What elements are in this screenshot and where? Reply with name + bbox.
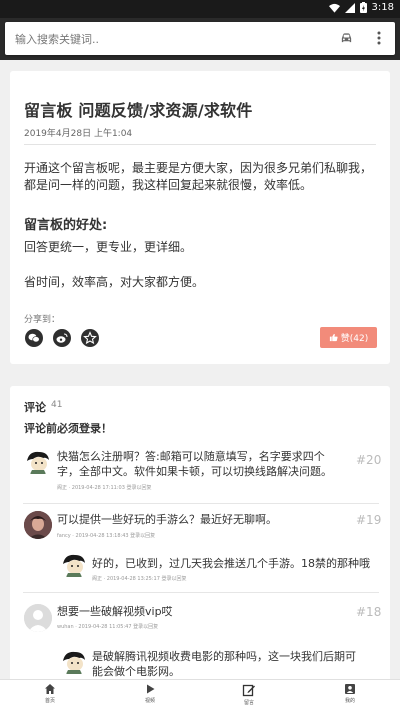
comments-heading: 评论 [24,401,46,414]
car-icon[interactable] [340,31,353,44]
cartoon-avatar-icon [63,554,85,577]
nav-label-profile: 我的 [344,698,355,704]
battery-icon [359,2,367,13]
comment-text: 好的，已收到，过几天我会推送几个手游。18禁的那种哦 [92,557,370,570]
nav-item-profile[interactable]: 我的 [320,683,380,704]
comment-text: 快猫怎么注册啊？答:邮箱可以随意填写，名字要求四个字，全部中文。软件如果卡顿，可… [57,450,332,478]
weibo-icon [56,333,68,343]
content-area[interactable]: 留言板 问题反馈/求资源/求软件 2019年4月28日 上午1:04 开通这个留… [0,60,400,679]
search-input[interactable]: 输入搜索关键词.. [5,22,395,55]
avatar[interactable] [60,648,88,676]
comment-text: 可以提供一些好玩的手游么？最近好无聊啊。 [57,513,277,526]
comments-count: 41 [51,400,63,410]
share-label: 分享到： [24,315,61,325]
article-title: 留言板 问题反馈/求资源/求软件 [24,101,253,120]
share-wechat-button[interactable] [25,329,43,347]
cartoon-avatar-icon [27,451,49,474]
nav-item-message[interactable]: 留言 [219,683,279,706]
comment-meta[interactable]: fancy · 2019-04-28 13:18:43 登录以回复 [57,532,155,539]
avatar[interactable] [60,551,88,579]
divider [23,503,379,504]
article-paragraph-2: 回答更统一，更专业，更详细。 [24,240,193,254]
login-notice[interactable]: 评论前必须登录！ [24,420,112,436]
article-date: 2019年4月28日 上午1:04 [24,129,133,139]
share-weibo-button[interactable] [53,329,71,347]
video-play-icon [147,684,155,694]
comment-text: 是破解腾讯视频收费电影的那种吗，这一块我们后期可能会做个电影网。 [92,650,356,678]
status-bar: 3:18 [0,0,400,18]
thumbs-up-icon [329,333,338,342]
avatar[interactable] [24,448,52,476]
comment-floor: #19 [356,513,382,527]
search-placeholder: 输入搜索关键词.. [15,33,99,46]
comment-meta[interactable]: 阁正 · 2019-04-28 17:11:03 登录以回复 [57,484,151,491]
divider [24,144,376,145]
nav-label-video: 视频 [144,698,155,704]
comment-meta[interactable]: wuhan · 2019-04-28 11:05:47 登录以回复 [57,623,158,630]
cartoon-avatar-icon [63,651,85,674]
home-icon [45,684,55,694]
profile-icon [345,684,355,694]
comment-meta[interactable]: 阁正 · 2019-04-28 13:25:17 登录以回复 [92,575,186,582]
edit-icon [242,684,255,697]
more-vert-icon[interactable] [377,31,381,45]
status-time: 3:18 [371,2,394,13]
nav-label-message: 留言 [243,700,254,706]
share-qzone-button[interactable] [81,329,99,347]
nav-item-home[interactable]: 首页 [20,683,80,704]
divider [23,592,379,593]
wifi-icon [328,3,340,13]
article-paragraph-1: 开通这个留言板呢，最主要是方便大家，因为很多兄弟们私聊我，都是问一样的问题，我这… [24,161,373,192]
article-paragraph-3: 省时间，效率高，对大家都方便。 [24,275,205,289]
signal-icon [344,2,355,13]
photo-avatar-icon [24,511,52,539]
nav-item-video[interactable]: 视频 [120,683,180,704]
wechat-icon [28,333,40,343]
comment-text: 想要一些破解视频vip哎 [57,605,173,618]
nav-label-home: 首页 [44,698,55,704]
avatar[interactable] [24,604,52,632]
avatar[interactable] [24,511,52,539]
qzone-star-icon [83,331,97,345]
comment-floor: #20 [356,453,382,467]
like-button[interactable]: 赞(42) [320,327,377,348]
article-card: 留言板 问题反馈/求资源/求软件 2019年4月28日 上午1:04 开通这个留… [10,71,390,364]
article-subheading: 留言板的好处: [24,218,108,233]
like-label: 赞(42) [340,334,369,344]
default-user-icon [24,604,52,632]
comment-floor: #18 [356,605,382,619]
comments-card: 评论 41 评论前必须登录！ 快猫怎么注册啊？答:邮箱可以随意填写，名字要求四个… [10,386,390,679]
bottom-nav: 首页 视频 留言 我的 [0,679,400,711]
top-bar: 输入搜索关键词.. [0,18,400,60]
